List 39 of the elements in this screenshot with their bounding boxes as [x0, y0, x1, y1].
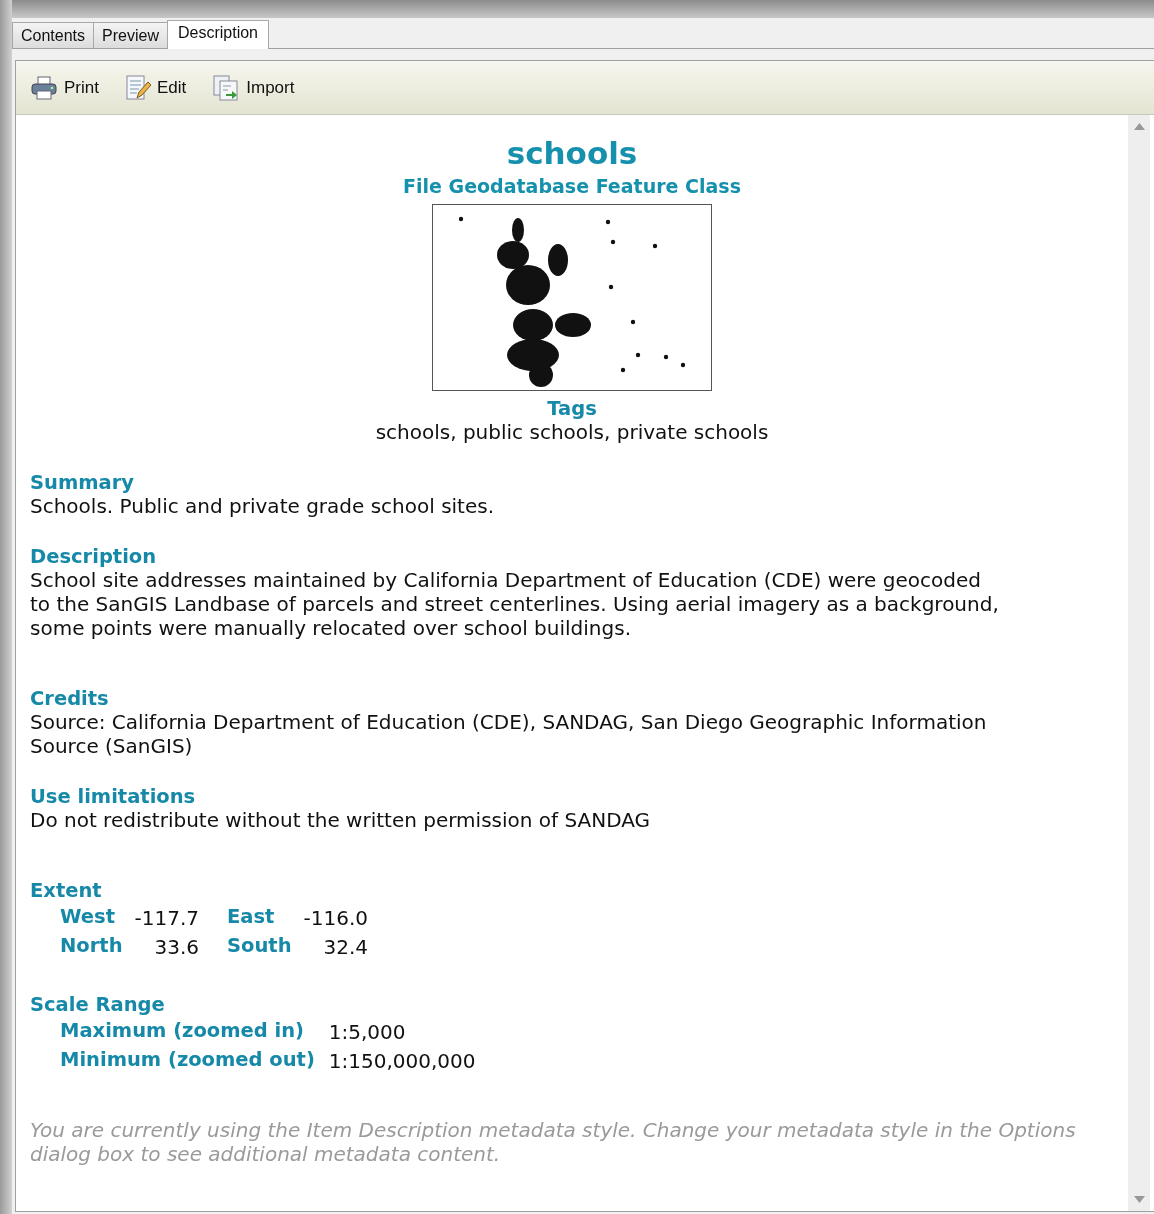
extent-label: South: [227, 935, 292, 959]
printer-icon: [30, 74, 58, 101]
scale-value: 1:5,000: [328, 1020, 407, 1044]
document-arrow-icon: [212, 73, 241, 102]
footer-note: You are currently using the Item Description metadata style. Change your metadata style in the Options dialog box to see additional metadata content.: [30, 1118, 1077, 1166]
document-pencil-icon: [124, 73, 151, 102]
extent-value: -117.7: [134, 906, 200, 930]
section-heading: Tags: [547, 398, 597, 420]
section-text: Do not redistribute without the written permission of SANDAG: [30, 808, 652, 832]
section-heading: Description: [30, 546, 158, 568]
section-text: Source: California Department of Education (CDE), SANDAG, San Diego Geographic Information Source (SanGIS): [30, 710, 988, 758]
toolbar-button[interactable]: Import: [210, 71, 297, 104]
extent-label: West: [60, 906, 116, 930]
tab[interactable]: Description: [166, 20, 269, 49]
section-text: Schools. Public and private grade school sites.: [30, 494, 496, 518]
section-heading: Scale Range: [30, 994, 166, 1016]
section-heading: Summary: [30, 472, 136, 494]
section-heading: Extent: [30, 880, 103, 902]
scrollbar[interactable]: [1128, 115, 1150, 1211]
tags-text: schools, public schools, private schools: [375, 420, 769, 444]
scale-label: Minimum (zoomed out): [60, 1049, 315, 1073]
extent-value: 32.4: [322, 935, 369, 959]
extent-value: -116.0: [303, 906, 369, 930]
extent-value: 33.6: [153, 935, 200, 959]
extent-label: East: [227, 906, 276, 930]
item-type: File Geodatabase Feature Class: [403, 174, 741, 199]
scroll-up-icon[interactable]: [1133, 123, 1145, 130]
toolbar-button[interactable]: Edit: [122, 71, 189, 104]
tab[interactable]: Contents: [12, 22, 95, 48]
section-heading: Use limitations: [30, 786, 197, 808]
extent-label: North: [60, 935, 123, 959]
toolbar-button[interactable]: Print: [28, 72, 101, 103]
item-title: schools: [506, 134, 638, 173]
tab[interactable]: Preview: [93, 22, 168, 48]
scroll-down-icon[interactable]: [1133, 1196, 1145, 1203]
scale-label: Maximum (zoomed in): [60, 1020, 305, 1044]
scale-value: 1:150,000,000: [328, 1049, 476, 1073]
section-text: School site addresses maintained by California Department of Education (CDE) were geocoded to the SanGIS Landbase of parcels and street centerlines. Using aerial imagery as a background, some points were manually relocated over school buildings.: [30, 568, 1000, 640]
section-heading: Credits: [30, 688, 110, 710]
